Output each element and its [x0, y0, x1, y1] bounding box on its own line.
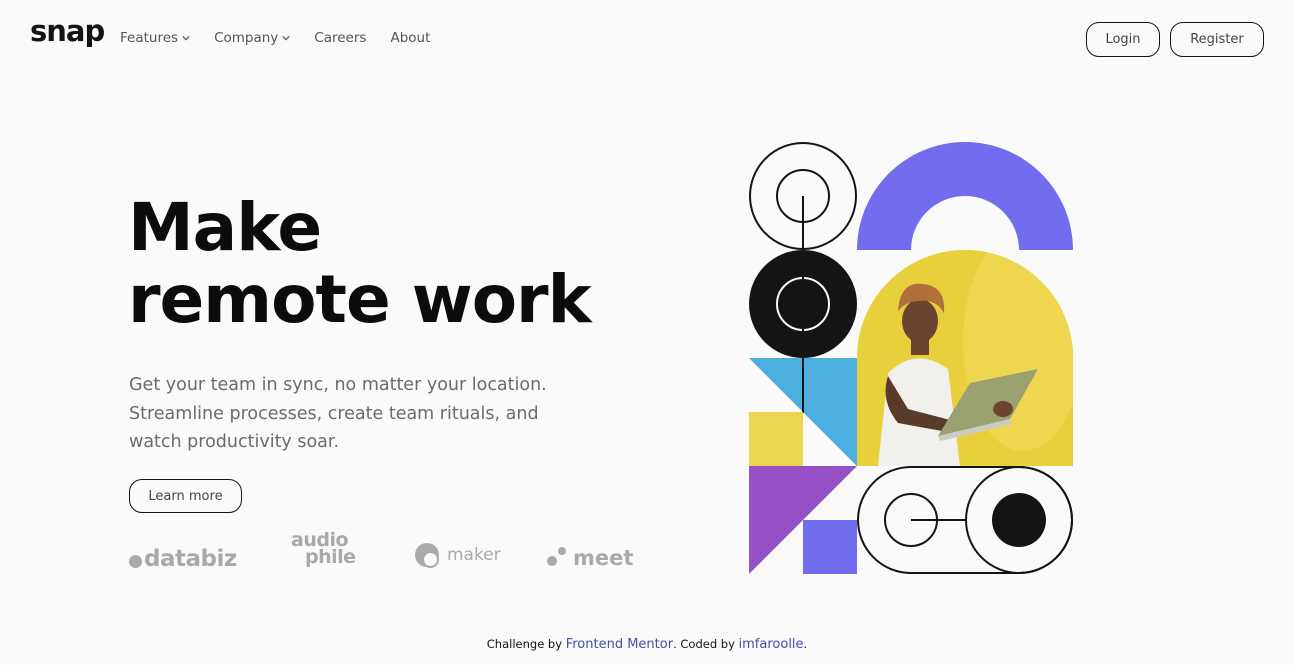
- databiz-logo: databiz: [129, 546, 237, 572]
- databiz-label: databiz: [144, 546, 237, 572]
- databiz-dot-icon: [129, 554, 142, 568]
- nav-about-label: About: [390, 30, 431, 46]
- maker-icon: [415, 543, 439, 568]
- login-button[interactable]: Login: [1086, 22, 1160, 57]
- nav-company[interactable]: Company: [214, 30, 290, 46]
- chevron-down-icon: [282, 35, 290, 41]
- hero-title-line1: Make: [128, 189, 322, 266]
- chevron-down-icon: [182, 35, 190, 41]
- purple-square-shape: [803, 520, 857, 574]
- hero-title: Make remote work: [128, 189, 591, 338]
- nav-features[interactable]: Features: [120, 30, 190, 46]
- audiophile-logo: audio phile: [291, 531, 356, 568]
- nav-company-label: Company: [214, 30, 279, 46]
- landing-page: snap Features Company Careers About Logi…: [0, 0, 1294, 665]
- meet-logo: meet: [547, 546, 633, 570]
- nav-careers[interactable]: Careers: [314, 30, 366, 46]
- logo[interactable]: snap: [30, 14, 105, 48]
- attribution-prefix: Challenge by: [486, 637, 566, 651]
- person-with-laptop-photo: [857, 250, 1073, 466]
- audiophile-bottom-label: phile: [305, 546, 356, 568]
- blue-triangle-shape: [803, 358, 857, 466]
- maker-label: maker: [447, 545, 501, 565]
- nav-features-label: Features: [120, 30, 179, 46]
- hero-illustration: [749, 142, 1073, 574]
- author-link[interactable]: imfaroolle: [739, 637, 804, 652]
- attribution-middle: . Coded by: [673, 637, 739, 651]
- meet-label: meet: [573, 546, 634, 570]
- nav-careers-label: Careers: [314, 30, 367, 46]
- learn-more-button[interactable]: Learn more: [129, 479, 242, 513]
- register-button[interactable]: Register: [1170, 22, 1264, 57]
- attribution: Challenge by Frontend Mentor. Coded by i…: [0, 637, 1294, 652]
- frontend-mentor-link[interactable]: Frontend Mentor: [566, 637, 673, 652]
- attribution-suffix: .: [803, 637, 808, 651]
- toggle-shape: [857, 466, 1073, 574]
- purple-arch-shape: [857, 142, 1073, 250]
- client-logos: databiz audio phile maker meet: [129, 531, 649, 572]
- maker-logo: maker: [415, 543, 501, 568]
- nav-about[interactable]: About: [390, 30, 430, 46]
- main-nav: Features Company Careers About: [120, 30, 430, 46]
- meet-dots-icon: [547, 547, 567, 569]
- hero-title-line2: remote work: [128, 261, 591, 338]
- yellow-square-shape: [749, 412, 803, 466]
- hero-description: Get your team in sync, no matter your lo…: [129, 375, 547, 452]
